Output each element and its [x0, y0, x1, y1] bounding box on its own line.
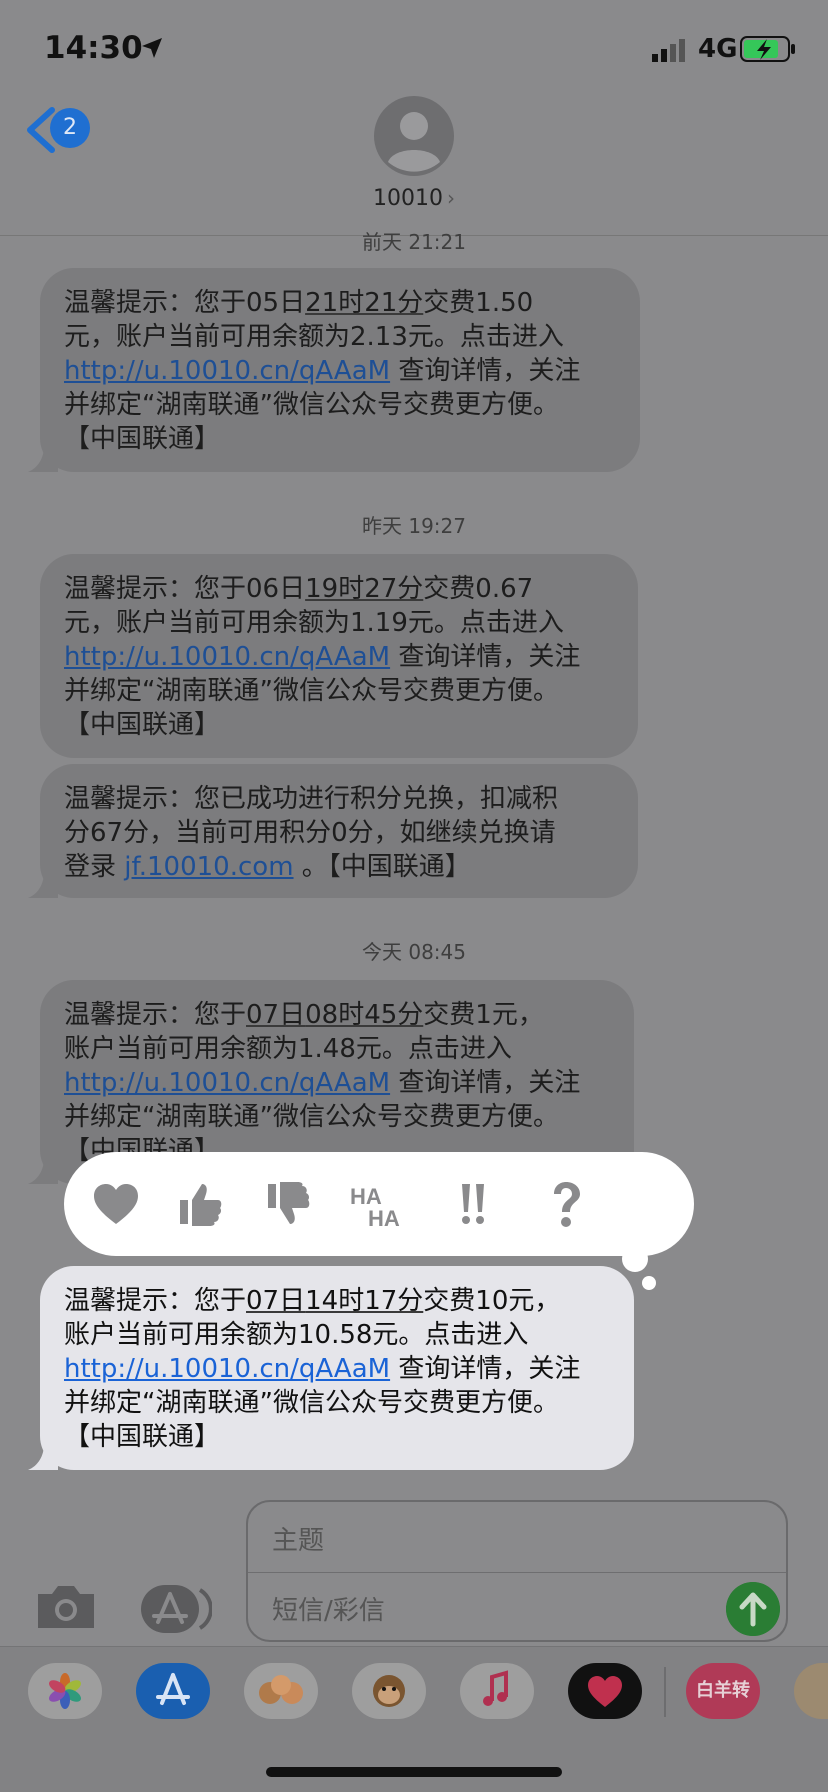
- status-time: 14:30: [44, 30, 143, 66]
- music-icon[interactable]: [460, 1663, 534, 1719]
- message-line: http://u.10010.cn/qAAaM 查询详情，关注: [64, 356, 581, 386]
- sticker-icon[interactable]: [794, 1663, 828, 1719]
- unread-badge[interactable]: 2: [50, 108, 90, 148]
- contact-name[interactable]: 10010 ›: [0, 186, 828, 211]
- camera-icon[interactable]: [34, 1582, 98, 1632]
- send-button-icon[interactable]: [726, 1582, 780, 1636]
- baiyangzhuan-icon[interactable]: 白羊转: [686, 1663, 760, 1719]
- animoji-monkey-icon[interactable]: [352, 1663, 426, 1719]
- message-line: 分67分，当前可用积分0分，如继续兑换请: [64, 818, 556, 848]
- message-bubble[interactable]: 温馨提示：您于06日19时27分交费0.67 元，账户当前可用余额为1.19元。…: [40, 554, 638, 758]
- question-icon[interactable]: [540, 1178, 592, 1230]
- reaction-bubble-dot: [622, 1246, 648, 1272]
- thumbs-up-icon[interactable]: [174, 1178, 226, 1230]
- message-line: 温馨提示：您于07日14时17分交费10元，: [64, 1286, 561, 1316]
- timestamp-day: 昨天: [362, 514, 402, 538]
- message-line: 【中国联通】: [64, 424, 221, 454]
- message-input-box[interactable]: 主题 短信/彩信: [246, 1500, 788, 1642]
- message-link[interactable]: http://u.10010.cn/qAAaM: [64, 356, 390, 386]
- timestamp-day: 前天: [362, 230, 402, 254]
- haha-icon[interactable]: HA HA: [348, 1178, 408, 1230]
- bubble-tail: [28, 446, 58, 472]
- digital-touch-icon[interactable]: [568, 1663, 642, 1719]
- message-link[interactable]: http://u.10010.cn/qAAaM: [64, 642, 390, 672]
- message-line: http://u.10010.cn/qAAaM 查询详情，关注: [64, 1068, 581, 1098]
- message-field[interactable]: 短信/彩信: [272, 1590, 385, 1627]
- battery-charging-icon: [740, 36, 795, 62]
- message-line: 并绑定“湖南联通”微信公众号交费更方便。: [64, 676, 559, 706]
- timestamp-time: 21:21: [408, 230, 466, 254]
- message-line: 账户当前可用余额为1.48元。点击进入: [64, 1034, 512, 1064]
- contact-avatar-icon[interactable]: [374, 96, 454, 176]
- message-line: 并绑定“湖南联通”微信公众号交费更方便。: [64, 390, 559, 420]
- message-line: 【中国联通】: [64, 710, 221, 740]
- message-line: 元，账户当前可用余额为2.13元。点击进入: [64, 322, 564, 352]
- bubble-tail: [28, 872, 58, 898]
- message-bubble[interactable]: 温馨提示：您于05日21时21分交费1.50 元，账户当前可用余额为2.13元。…: [28, 268, 640, 472]
- app-store-button-icon[interactable]: [140, 1584, 212, 1634]
- contact-chevron-icon: ›: [447, 186, 455, 210]
- baiyangzhuan-label: 白羊转: [696, 1680, 750, 1701]
- message-line: 并绑定“湖南联通”微信公众号交费更方便。: [64, 1388, 559, 1418]
- photos-icon[interactable]: [28, 1663, 102, 1719]
- message-line: http://u.10010.cn/qAAaM 查询详情，关注: [64, 642, 581, 672]
- message-link[interactable]: http://u.10010.cn/qAAaM: [64, 1068, 390, 1098]
- svg-text:HA: HA: [368, 1206, 400, 1230]
- timestamp: 昨天 19:27: [0, 510, 828, 539]
- memoji-icon[interactable]: [244, 1663, 318, 1719]
- message-line: 登录 jf.10010.com 。【中国联通】: [64, 852, 471, 882]
- contact-number[interactable]: 10010: [373, 186, 443, 211]
- message-line: 温馨提示：您于06日19时27分交费0.67: [64, 574, 534, 604]
- subject-field[interactable]: 主题: [272, 1520, 324, 1557]
- timestamp-time: 19:27: [408, 514, 466, 538]
- message-line: 温馨提示：您于07日08时45分交费1元，: [64, 1000, 544, 1030]
- status-bar: 14:30 4G: [0, 0, 828, 100]
- timestamp: 今天 08:45: [0, 936, 828, 965]
- timestamp-time: 08:45: [408, 940, 466, 964]
- timestamp: 前天 21:21: [0, 226, 828, 255]
- imessage-app-drawer: 白羊转: [0, 1646, 828, 1792]
- drawer-separator: [664, 1667, 666, 1717]
- bubble-tail: [28, 1444, 58, 1470]
- message-bubble[interactable]: 温馨提示：您已成功进行积分兑换，扣减积 分67分，当前可用积分0分，如继续兑换请…: [28, 764, 638, 898]
- message-line: 温馨提示：您于05日21时21分交费1.50: [64, 288, 534, 318]
- message-line: 温馨提示：您已成功进行积分兑换，扣减积: [64, 784, 559, 814]
- message-line: http://u.10010.cn/qAAaM 查询详情，关注: [64, 1354, 581, 1384]
- thumbs-down-icon[interactable]: [262, 1178, 314, 1230]
- home-indicator: [266, 1767, 562, 1777]
- message-line: 【中国联通】: [64, 1422, 221, 1452]
- app-store-icon[interactable]: [136, 1663, 210, 1719]
- timestamp-day: 今天: [362, 940, 402, 964]
- tapback-reaction-bar: HA HA: [64, 1152, 694, 1256]
- input-divider: [248, 1572, 786, 1573]
- message-line: 并绑定“湖南联通”微信公众号交费更方便。: [64, 1102, 559, 1132]
- reaction-bubble-dot: [642, 1276, 656, 1290]
- message-line: 元，账户当前可用余额为1.19元。点击进入: [64, 608, 564, 638]
- selected-message-bubble[interactable]: 温馨提示：您于07日14时17分交费10元， 账户当前可用余额为10.58元。点…: [28, 1266, 634, 1470]
- message-link[interactable]: http://u.10010.cn/qAAaM: [64, 1354, 390, 1384]
- signal-icon: [652, 39, 685, 62]
- location-arrow-icon: [142, 38, 162, 58]
- bubble-tail: [28, 1158, 58, 1184]
- message-link[interactable]: jf.10010.com: [124, 852, 293, 882]
- exclamation-icon[interactable]: [448, 1178, 500, 1230]
- message-line: 账户当前可用余额为10.58元。点击进入: [64, 1320, 529, 1350]
- network-type: 4G: [698, 34, 738, 64]
- heart-icon[interactable]: [90, 1178, 142, 1230]
- conversation-header: 2 10010 ›: [0, 86, 828, 236]
